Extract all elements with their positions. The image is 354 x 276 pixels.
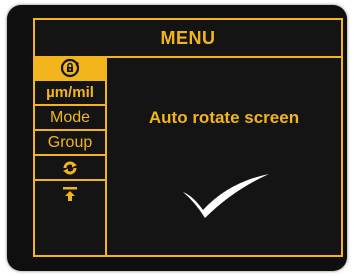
menu-title: MENU xyxy=(35,20,341,58)
rotate-lock-icon xyxy=(60,58,80,77)
menu-content: Auto rotate screen xyxy=(107,56,341,255)
sidebar-item-upload[interactable] xyxy=(35,181,105,206)
setting-title: Auto rotate screen xyxy=(148,108,300,127)
sidebar-item-mode[interactable]: Mode xyxy=(35,106,105,131)
menu-screen: MENU µm/mil Mode Group Auto rotate scree… xyxy=(33,18,343,257)
menu-sidebar: µm/mil Mode Group xyxy=(35,56,107,255)
upload-icon xyxy=(63,186,77,201)
sidebar-item-units[interactable]: µm/mil xyxy=(35,81,105,106)
checkmark-icon xyxy=(183,174,269,218)
refresh-icon xyxy=(63,161,77,174)
sidebar-item-refresh[interactable] xyxy=(35,156,105,181)
sidebar-item-auto-rotate[interactable] xyxy=(35,56,105,81)
sidebar-item-group[interactable]: Group xyxy=(35,131,105,156)
device-frame: MENU µm/mil Mode Group Auto rotate scree… xyxy=(7,5,347,271)
